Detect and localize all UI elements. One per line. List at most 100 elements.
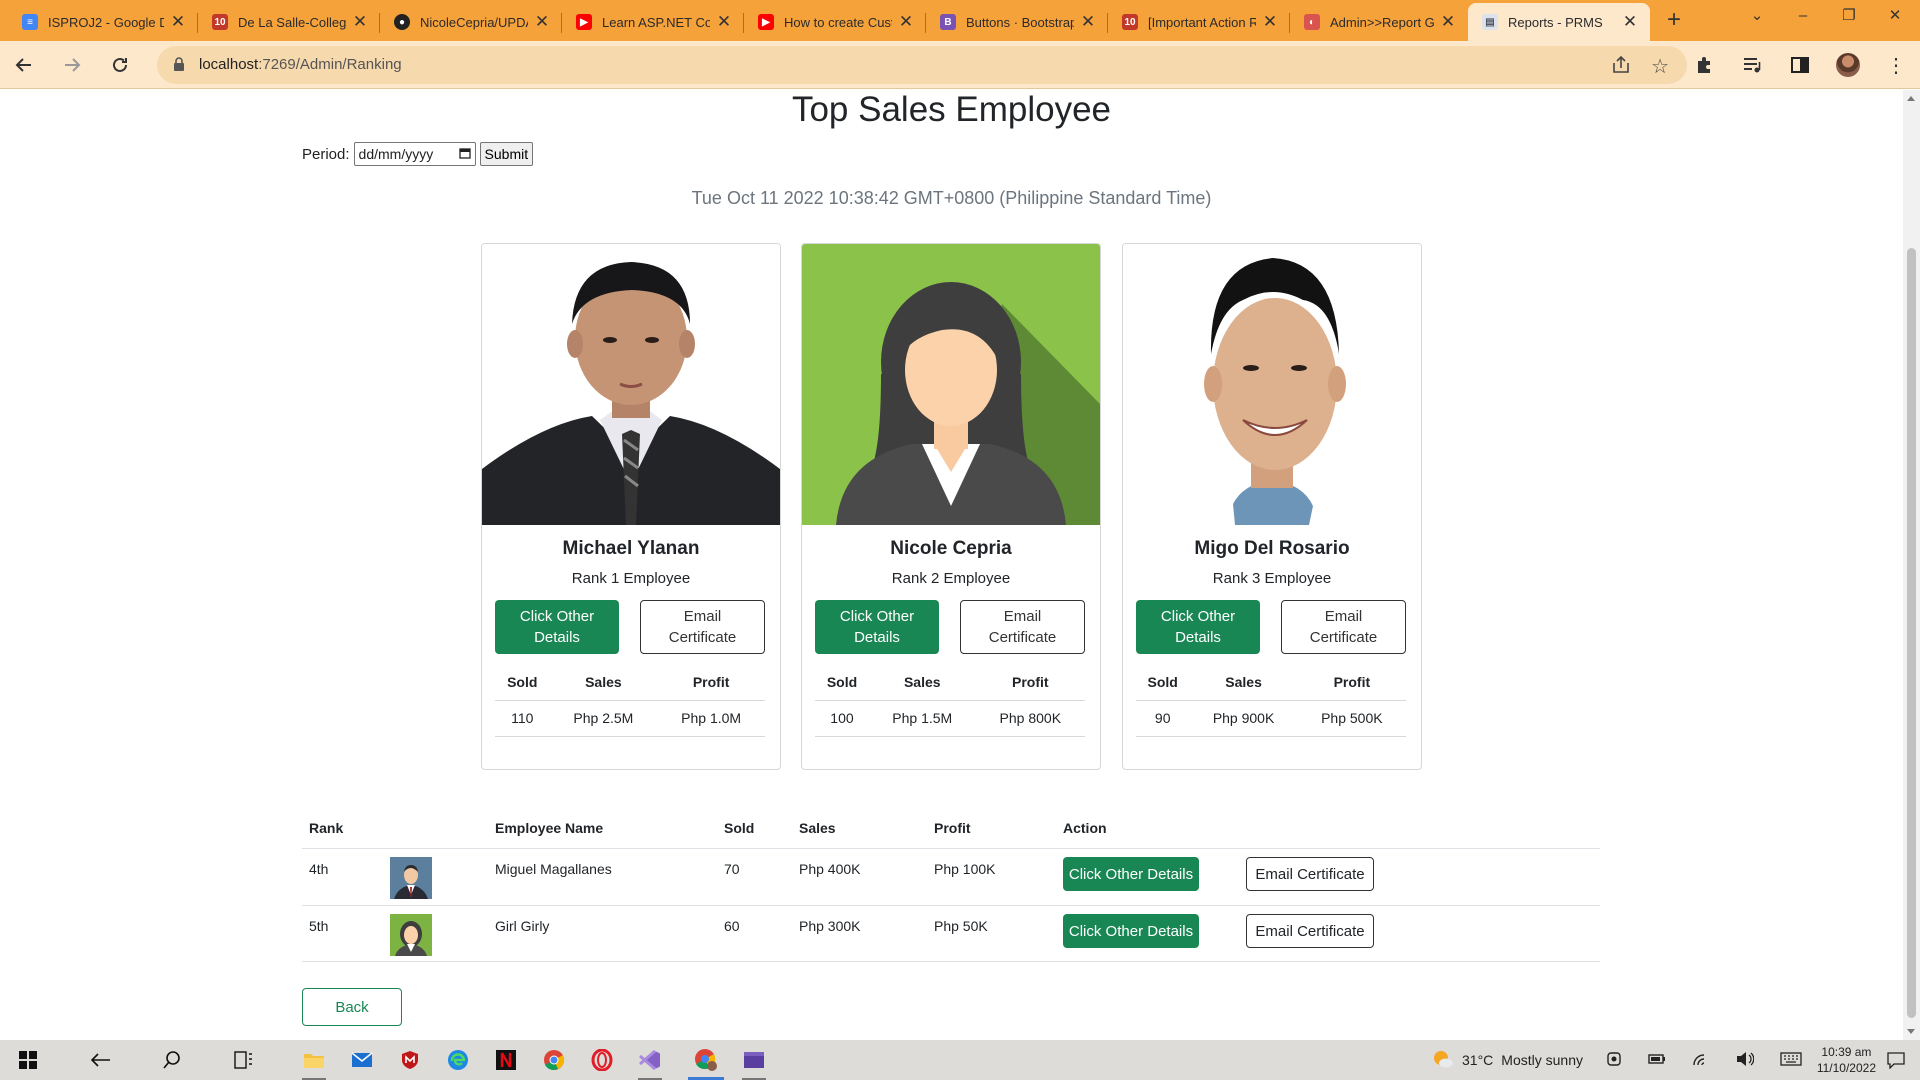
col-sold: Sold [495, 664, 550, 701]
date-placeholder: dd/mm/yyyy [358, 146, 434, 162]
col-sales: Sales [868, 664, 976, 701]
file-explorer-icon[interactable] [290, 1040, 338, 1080]
document-icon: ▤ [1482, 14, 1498, 30]
email-certificate-button[interactable]: Email Certificate [640, 600, 765, 654]
edge-icon[interactable] [434, 1040, 482, 1080]
tab-title: NicoleCepria/UPDATED [420, 14, 528, 30]
back-arrow-icon[interactable] [76, 1040, 124, 1080]
netflix-icon[interactable] [482, 1040, 530, 1080]
email-certificate-button[interactable]: Email Certificate [960, 600, 1085, 654]
browser-tab[interactable]: ≡ ISPROJ2 - Google Docs ✕ [8, 3, 198, 41]
col-sales: Sales [799, 820, 836, 836]
employee-rank: Rank 1 Employee [571, 570, 691, 587]
chrome-profile-icon[interactable] [682, 1040, 730, 1080]
battery-icon[interactable] [1648, 1052, 1666, 1069]
back-arrow-icon[interactable] [8, 49, 40, 81]
extensions-puzzle-icon[interactable] [1688, 49, 1720, 81]
rank-value: 5th [309, 918, 329, 934]
back-button[interactable]: Back [302, 988, 402, 1026]
close-tab-icon[interactable]: ✕ [532, 12, 552, 32]
other-details-button[interactable]: Click Other Details [815, 600, 939, 654]
opera-icon[interactable] [578, 1040, 626, 1080]
browser-tab[interactable]: 10 De La Salle-College of Saint Benilde … [198, 3, 380, 41]
email-certificate-button[interactable]: Email Certificate [1281, 600, 1406, 654]
other-details-button[interactable]: Click Other Details [1063, 914, 1199, 948]
mcafee-icon[interactable] [386, 1040, 434, 1080]
browser-tab[interactable]: 10 [Important Action Required] ✕ [1108, 3, 1290, 41]
weather-widget[interactable]: 31°C Mostly sunny [1432, 1040, 1583, 1080]
employee-photo [482, 244, 780, 525]
col-sold: Sold [724, 820, 755, 836]
browser-tab[interactable]: ◐ Admin>>Report Generation ✕ [1290, 3, 1468, 41]
media-queue-icon[interactable] [1736, 49, 1768, 81]
page-scrollbar[interactable] [1903, 90, 1920, 1040]
email-certificate-button[interactable]: Email Certificate [1246, 914, 1374, 948]
other-details-button[interactable]: Click Other Details [495, 600, 619, 654]
email-certificate-button[interactable]: Email Certificate [1246, 857, 1374, 891]
calendar-icon[interactable] [458, 146, 471, 162]
sold-value: 100 [815, 700, 869, 737]
col-sales: Sales [549, 664, 658, 701]
close-tab-icon[interactable]: ✕ [1620, 12, 1640, 32]
reload-icon[interactable] [104, 49, 136, 81]
keyboard-icon[interactable] [1780, 1051, 1802, 1069]
close-tab-icon[interactable]: ✕ [1078, 12, 1098, 32]
other-details-button[interactable]: Click Other Details [1063, 857, 1199, 891]
github-icon: ● [394, 14, 410, 30]
browser-tab[interactable]: ● NicoleCepria/UPDATED ✕ [380, 3, 562, 41]
scrollbar-thumb[interactable] [1907, 248, 1916, 1018]
volume-icon[interactable] [1736, 1051, 1755, 1070]
terminal-app-icon[interactable] [730, 1040, 778, 1080]
profile-avatar[interactable] [1832, 49, 1864, 81]
browser-tab[interactable]: B Buttons · Bootstrap ✕ [926, 3, 1108, 41]
period-date-input[interactable]: dd/mm/yyyy [353, 142, 476, 166]
minimize-icon[interactable]: – [1780, 0, 1826, 41]
browser-tab[interactable]: ▶ How to create Custom ✕ [744, 3, 926, 41]
close-tab-icon[interactable]: ✕ [896, 12, 916, 32]
close-tab-icon[interactable]: ✕ [714, 12, 734, 32]
sales-value: Php 400K [799, 861, 861, 877]
share-icon[interactable] [1611, 55, 1631, 80]
wifi-icon[interactable] [1692, 1051, 1710, 1070]
lock-icon[interactable] [173, 57, 185, 77]
col-action: Action [1063, 820, 1107, 836]
profit-value: Php 100K [934, 861, 996, 877]
tab-title: Admin>>Report Generation [1330, 14, 1434, 30]
bookmark-star-icon[interactable]: ☆ [1651, 54, 1669, 79]
sold-value: 70 [724, 861, 740, 877]
sold-value: 90 [1136, 700, 1190, 737]
search-icon[interactable] [148, 1040, 196, 1080]
windows-start-icon[interactable] [4, 1040, 52, 1080]
close-window-icon[interactable]: ✕ [1872, 0, 1918, 41]
address-bar[interactable]: localhost:7269/Admin/Ranking ☆ [157, 46, 1687, 84]
tab-search-icon[interactable]: ⌄ [1734, 0, 1780, 41]
submit-button[interactable]: Submit [479, 142, 534, 166]
notifications-icon[interactable] [1872, 1040, 1920, 1080]
top-employee-card: Nicole Cepria Rank 2 Employee Click Othe… [801, 243, 1101, 770]
close-tab-icon[interactable]: ✕ [1260, 12, 1280, 32]
profit-value: Php 50K [934, 918, 988, 934]
restore-icon[interactable]: ❐ [1826, 0, 1872, 41]
task-view-icon[interactable] [220, 1040, 268, 1080]
scroll-up-icon[interactable] [1907, 96, 1915, 101]
system-tray [1606, 1040, 1802, 1080]
new-tab-button[interactable]: + [1660, 6, 1688, 34]
browser-tab-strip: ≡ ISPROJ2 - Google Docs ✕ 10 De La Salle… [0, 0, 1920, 41]
side-panel-icon[interactable] [1784, 49, 1816, 81]
forward-arrow-icon[interactable] [56, 49, 88, 81]
chrome-icon[interactable] [530, 1040, 578, 1080]
taskbar-clock[interactable]: 10:39 am 11/10/2022 [1817, 1044, 1876, 1076]
close-tab-icon[interactable]: ✕ [1438, 12, 1458, 32]
browser-tab[interactable]: ▶ Learn ASP.NET Core ✕ [562, 3, 744, 41]
table-row: 5th Girl Girly 60 Php 300K Php 50K Click… [302, 905, 1600, 962]
scroll-down-icon[interactable] [1907, 1029, 1915, 1034]
close-tab-icon[interactable]: ✕ [168, 12, 188, 32]
visual-studio-icon[interactable] [626, 1040, 674, 1080]
mail-icon[interactable] [338, 1040, 386, 1080]
browser-tab-active[interactable]: ▤ Reports - PRMS ✕ [1468, 3, 1650, 41]
chrome-menu-icon[interactable]: ⋮ [1880, 49, 1912, 81]
other-details-button[interactable]: Click Other Details [1136, 600, 1260, 654]
close-tab-icon[interactable]: ✕ [350, 12, 370, 32]
clock-date: 11/10/2022 [1816, 1061, 1876, 1075]
meet-now-icon[interactable] [1606, 1051, 1622, 1070]
